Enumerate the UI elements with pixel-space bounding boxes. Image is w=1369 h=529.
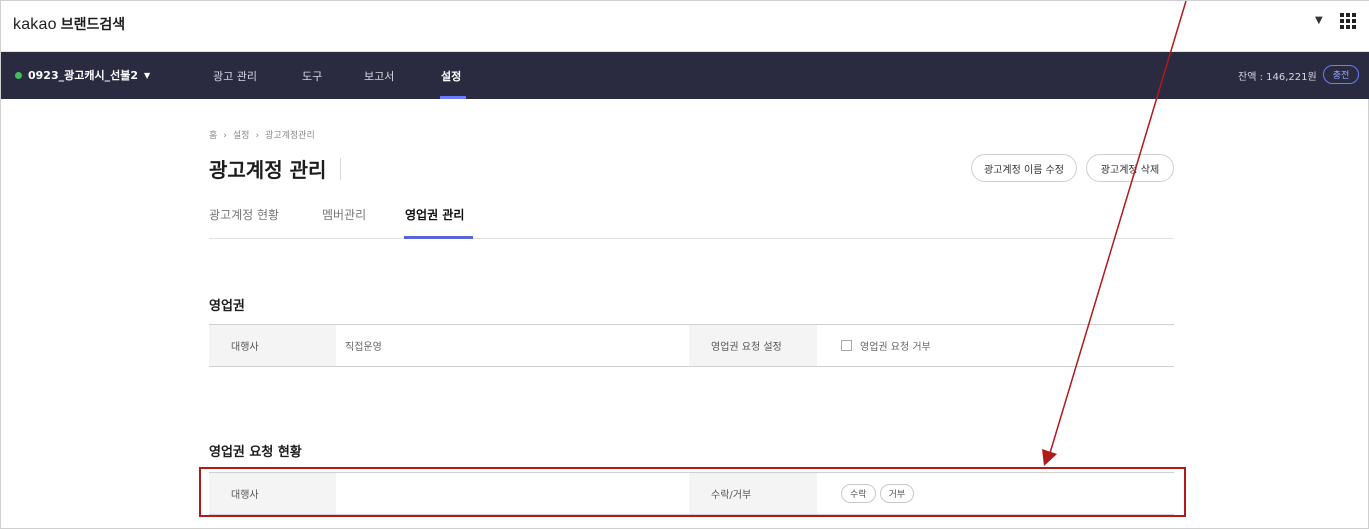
service-name: 브랜드검색 <box>60 17 126 33</box>
breadcrumb: 홈 › 설정 › 광고계정관리 <box>209 128 321 141</box>
tab-sales-rights[interactable]: 영업권 관리 <box>405 206 464 223</box>
nav-item-tools[interactable]: 도구 <box>302 68 322 84</box>
dropdown-caret-icon[interactable]: ▼ <box>1315 15 1323 26</box>
tab-member-management[interactable]: 멤버관리 <box>322 206 366 223</box>
status-dot-icon <box>15 71 22 79</box>
nav-item-settings[interactable]: 설정 <box>441 68 461 84</box>
annotation-highlight-box <box>199 467 1186 517</box>
breadcrumb-settings[interactable]: 설정 <box>233 131 250 141</box>
nav-item-ad-management[interactable]: 광고 관리 <box>213 68 257 84</box>
reject-request-option[interactable]: 영업권 요청 거부 <box>841 325 1141 366</box>
sales-rights-title: 영업권 <box>209 299 245 314</box>
brand-name: kakao <box>13 16 57 33</box>
table-row: 대행사 직접운영 영업권 요청 설정 영업권 요청 거부 <box>209 325 1174 366</box>
reject-request-checkbox[interactable] <box>841 340 852 351</box>
breadcrumb-home[interactable]: 홈 <box>209 131 217 141</box>
title-divider <box>340 158 341 180</box>
top-bar: kakao 브랜드검색 ▼ <box>1 1 1369 52</box>
rename-account-button[interactable]: 광고계정 이름 수정 <box>971 154 1077 182</box>
breadcrumb-separator: › <box>223 131 227 141</box>
tab-active-indicator <box>404 236 473 239</box>
chevron-down-icon: ▼ <box>144 70 151 80</box>
nav-active-indicator <box>440 96 466 99</box>
tab-account-status[interactable]: 광고계정 현황 <box>209 206 279 223</box>
charge-button[interactable]: 충전 <box>1323 65 1359 84</box>
delete-account-button[interactable]: 광고계정 삭제 <box>1086 154 1174 182</box>
breadcrumb-separator: › <box>255 131 260 141</box>
main-nav: 0923_광고캐시_선불2 ▼ 광고 관리 도구 보고서 설정 잔액 : 146… <box>1 52 1369 99</box>
apps-grid-icon[interactable] <box>1340 13 1356 29</box>
tabs-divider <box>209 238 1174 239</box>
page-title: 광고계정 관리 <box>209 158 327 182</box>
reject-request-checkbox-label: 영업권 요청 거부 <box>860 342 931 353</box>
request-status-title: 영업권 요청 현황 <box>209 445 302 460</box>
account-selector[interactable]: 0923_광고캐시_선불2 ▼ <box>15 67 150 83</box>
logo[interactable]: kakao 브랜드검색 <box>13 14 125 34</box>
breadcrumb-current: 광고계정관리 <box>265 131 315 141</box>
agency-label: 대행사 <box>209 325 336 366</box>
sales-rights-table: 대행사 직접운영 영업권 요청 설정 영업권 요청 거부 <box>209 324 1174 367</box>
agency-value: 직접운영 <box>345 342 382 353</box>
balance-text: 잔액 : 146,221원 <box>1238 72 1317 83</box>
app-window: kakao 브랜드검색 ▼ 0923_광고캐시_선불2 ▼ 광고 관리 도구 보고… <box>0 0 1369 529</box>
account-name: 0923_광고캐시_선불2 <box>28 69 138 82</box>
nav-item-reports[interactable]: 보고서 <box>364 68 394 84</box>
request-setting-label: 영업권 요청 설정 <box>689 325 817 366</box>
